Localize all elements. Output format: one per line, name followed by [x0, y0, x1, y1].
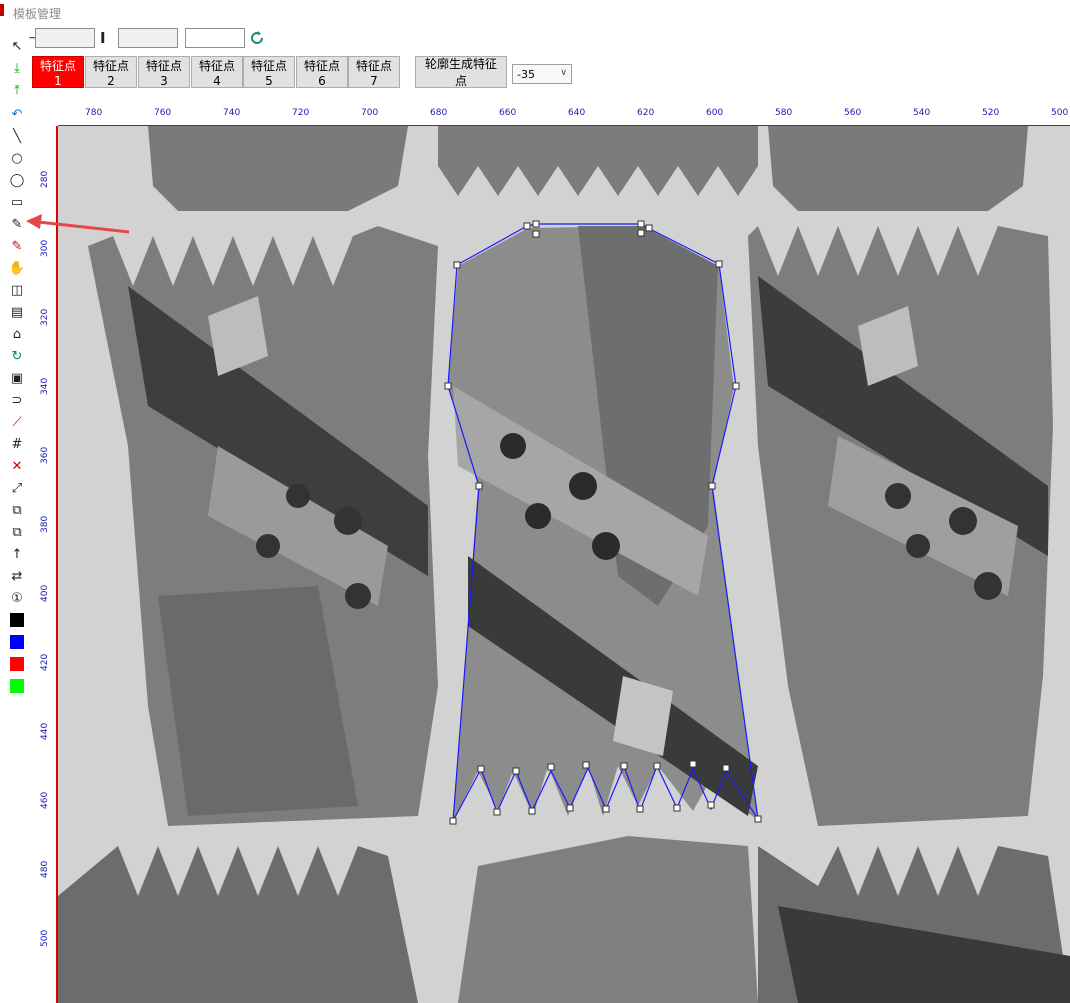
fabric-pattern — [58, 126, 1070, 1003]
x-tick: 600 — [706, 108, 724, 118]
x-tick: 760 — [154, 108, 172, 118]
y-tick: 500 — [40, 929, 50, 947]
swap-icon[interactable]: ⇄ — [6, 566, 28, 586]
x-tick: 620 — [637, 108, 655, 118]
feature-point-6-button[interactable]: 特征点6 — [296, 56, 348, 88]
node-icon[interactable]: ⤢ — [6, 478, 28, 498]
contour-generate-button[interactable]: 轮廓生成特征点 — [415, 56, 507, 88]
color-black-swatch[interactable] — [6, 610, 28, 630]
feature-point-4-button[interactable]: 特征点4 — [191, 56, 243, 88]
y-tick: 280 — [40, 170, 50, 188]
y-tick: 340 — [40, 377, 50, 395]
rectangle-icon[interactable]: ▭ — [6, 192, 28, 212]
arrow-up-icon[interactable]: ↑ — [6, 544, 28, 564]
canvas-area[interactable]: 780 760 740 720 700 680 660 640 620 600 … — [38, 100, 1070, 1003]
y-tick: 400 — [40, 584, 50, 602]
feature-toolbar: 特征点1 特征点2 特征点3 特征点4 特征点5 特征点6 特征点7 轮廓生成特… — [30, 56, 1070, 90]
red-arrow-annotation — [26, 214, 130, 234]
delete-point-icon[interactable]: ✕ — [6, 456, 28, 476]
feature-point-2-button[interactable]: 特征点2 — [85, 56, 137, 88]
x-tick: 660 — [499, 108, 517, 118]
angle-select[interactable]: -35 ∨ — [512, 64, 572, 84]
x-tick: 700 — [361, 108, 379, 118]
line-icon[interactable]: ╲ — [6, 126, 28, 146]
fit-icon[interactable]: ▣ — [6, 368, 28, 388]
segment-icon[interactable]: ⟋ — [6, 412, 28, 432]
x-tick: 500 — [1051, 108, 1069, 118]
y-tick: 440 — [40, 722, 50, 740]
undo-icon[interactable]: ↶ — [6, 104, 28, 124]
feature-point-5-button[interactable]: 特征点5 — [243, 56, 295, 88]
top-toolbar: ⊣ I — [28, 26, 1070, 54]
x-tick: 680 — [430, 108, 448, 118]
width-field[interactable] — [35, 28, 95, 48]
x-tick: 520 — [982, 108, 1000, 118]
value-field[interactable] — [185, 28, 245, 48]
number-one-icon[interactable]: ① — [6, 588, 28, 608]
left-ruler: 280 300 320 340 360 380 400 420 440 460 … — [38, 126, 58, 1003]
x-tick: 580 — [775, 108, 793, 118]
x-tick: 740 — [223, 108, 241, 118]
title-bar: 模板管理 — [0, 0, 1070, 26]
lasso-icon[interactable]: ⊃ — [6, 390, 28, 410]
top-ruler: 780 760 740 720 700 680 660 640 620 600 … — [58, 100, 1070, 126]
refresh-icon[interactable] — [248, 29, 266, 47]
y-tick: 420 — [40, 653, 50, 671]
grid-icon[interactable]: # — [6, 434, 28, 454]
app-icon — [0, 4, 4, 16]
feature-point-3-button[interactable]: 特征点3 — [138, 56, 190, 88]
y-tick: 460 — [40, 791, 50, 809]
x-tick: 560 — [844, 108, 862, 118]
y-tick: 360 — [40, 446, 50, 464]
y-tick: 380 — [40, 515, 50, 533]
x-tick: 720 — [292, 108, 310, 118]
x-tick: 780 — [85, 108, 103, 118]
x-tick: 540 — [913, 108, 931, 118]
image-icon[interactable]: ▤ — [6, 302, 28, 322]
left-toolbar: ↖ ⤓ ⤒ ↶ ╲ ○ ◯ ▭ ✎ ✎ ✋ ◫ ▤ ⌂ ↻ ▣ ⊃ ⟋ # ✕ … — [0, 30, 30, 1003]
flip-icon[interactable]: ◫ — [6, 280, 28, 300]
circle-icon[interactable]: ○ — [6, 148, 28, 168]
chevron-down-icon: ∨ — [560, 68, 567, 78]
fabric-image[interactable] — [58, 126, 1070, 1003]
feature-point-7-button[interactable]: 特征点7 — [348, 56, 400, 88]
pointer-icon[interactable]: ↖ — [6, 36, 28, 56]
color-blue-swatch[interactable] — [6, 632, 28, 652]
export-icon[interactable]: ⤒ — [6, 80, 28, 100]
import-icon[interactable]: ⤓ — [6, 58, 28, 78]
height-icon: I — [100, 29, 106, 47]
height-field[interactable] — [118, 28, 178, 48]
ellipse-icon[interactable]: ◯ — [6, 170, 28, 190]
feature-point-1-button[interactable]: 特征点1 — [32, 56, 84, 88]
rotate-icon[interactable]: ↻ — [6, 346, 28, 366]
x-tick: 640 — [568, 108, 586, 118]
window-title: 模板管理 — [13, 7, 62, 21]
y-tick: 300 — [40, 239, 50, 257]
color-red-swatch[interactable] — [6, 654, 28, 674]
y-tick: 480 — [40, 860, 50, 878]
copy-icon[interactable]: ⧉ — [6, 500, 28, 520]
hand-icon[interactable]: ✋ — [6, 258, 28, 278]
y-tick: 320 — [40, 308, 50, 326]
color-green-swatch[interactable] — [6, 676, 28, 696]
copy-delete-icon[interactable]: ⧉ — [6, 522, 28, 542]
stamp-icon[interactable]: ⌂ — [6, 324, 28, 344]
